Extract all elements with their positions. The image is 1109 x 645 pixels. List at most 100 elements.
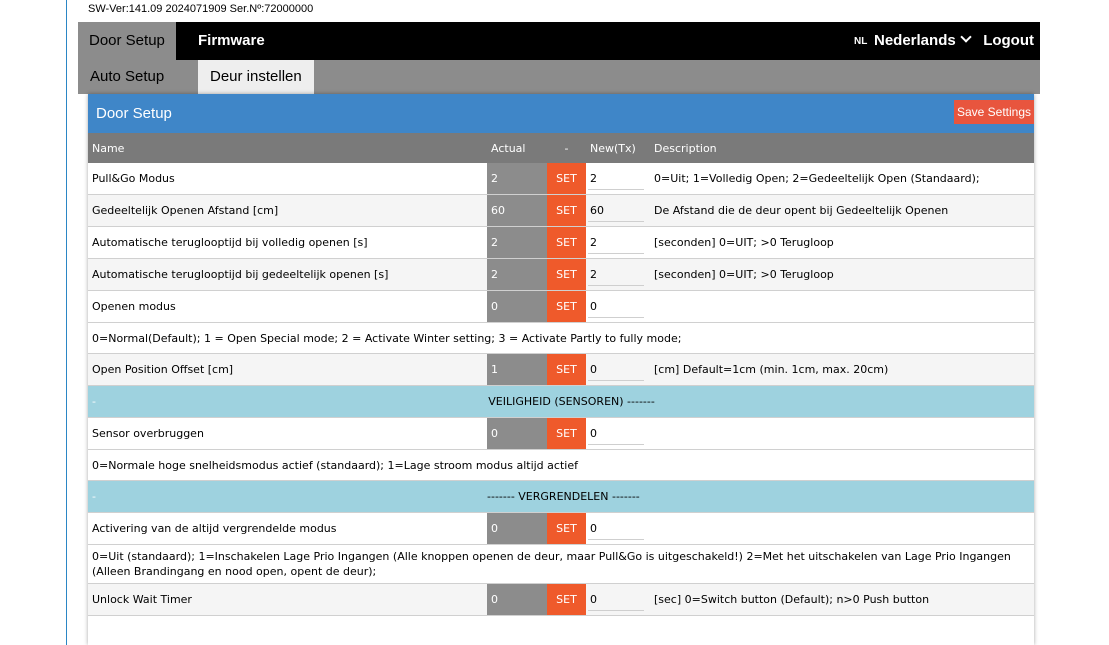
header-name: Name: [88, 133, 487, 163]
section-row: - ------- VEILIGHEID (SENSOREN) -------: [88, 385, 1034, 418]
note-row: 0=Uit (standaard); 1=Inschakelen Lage Pr…: [88, 544, 1034, 584]
setting-name: Activering van de altijd vergrendelde mo…: [88, 512, 487, 545]
set-button[interactable]: SET: [547, 583, 586, 616]
set-button[interactable]: SET: [547, 290, 586, 323]
language-select[interactable]: Nederlands: [874, 22, 972, 60]
set-button[interactable]: SET: [547, 194, 586, 227]
new-value-cell: [586, 512, 650, 545]
setting-name: Gedeeltelijk Openen Afstand [cm]: [88, 194, 487, 227]
set-button[interactable]: SET: [547, 512, 586, 545]
new-value-cell: [586, 583, 650, 616]
header-new: New(Tx): [586, 133, 650, 163]
setting-note: 0=Uit (standaard); 1=Inschakelen Lage Pr…: [88, 544, 1034, 584]
set-button[interactable]: SET: [547, 258, 586, 291]
set-button[interactable]: SET: [547, 417, 586, 450]
setting-description: 0=Uit; 1=Volledig Open; 2=Gedeeltelijk O…: [650, 163, 1034, 195]
settings-table: Name Actual - New(Tx) Description Pull&G…: [88, 133, 1034, 616]
setting-name: Sensor overbruggen: [88, 417, 487, 450]
tab-auto-setup[interactable]: Auto Setup: [78, 60, 176, 94]
note-row: 0=Normale hoge snelheidsmodus actief (st…: [88, 449, 1034, 481]
actual-value: 1: [487, 353, 547, 386]
table-row: Openen modus 0 SET: [88, 290, 1034, 323]
language-label: Nederlands: [874, 32, 956, 49]
software-version: SW-Ver:141.09 2024071909 Ser.Nº:72000000: [88, 3, 314, 15]
header-description: Description: [650, 133, 1034, 163]
header-actual: Actual: [487, 133, 547, 163]
section-row: - ------- VERGRENDELEN -------: [88, 480, 1034, 513]
new-value-input[interactable]: [588, 517, 644, 540]
table-row: Sensor overbruggen 0 SET: [88, 417, 1034, 450]
setting-name: Automatische teruglooptijd bij volledig …: [88, 226, 487, 259]
new-value-cell: [586, 226, 650, 259]
new-value-cell: [586, 353, 650, 386]
new-value-cell: [586, 258, 650, 291]
new-value-cell: [586, 163, 650, 195]
new-value-input[interactable]: [588, 263, 644, 286]
setting-name: Openen modus: [88, 290, 487, 323]
setting-description: [seconden] 0=UIT; >0 Terugloop: [650, 226, 1034, 259]
door-setup-panel: Door Setup Save Settings Name Actual - N…: [88, 94, 1034, 645]
setting-note: 0=Normal(Default); 1 = Open Special mode…: [88, 322, 1034, 354]
table-row: Open Position Offset [cm] 1 SET [cm] Def…: [88, 353, 1034, 386]
new-value-cell: [586, 417, 650, 450]
setting-description: [cm] Default=1cm (min. 1cm, max. 20cm): [650, 353, 1034, 386]
setting-name: Open Position Offset [cm]: [88, 353, 487, 386]
table-row: Activering van de altijd vergrendelde mo…: [88, 512, 1034, 545]
chevron-down-icon: [960, 31, 972, 43]
logout-button[interactable]: Logout: [983, 22, 1034, 60]
set-button[interactable]: SET: [547, 353, 586, 386]
table-row: Gedeeltelijk Openen Afstand [cm] 60 SET …: [88, 194, 1034, 227]
new-value-input[interactable]: [588, 422, 644, 445]
section-title-text: ------- VERGRENDELEN -------: [487, 490, 640, 503]
table-row: Pull&Go Modus 2 SET 0=Uit; 1=Volledig Op…: [88, 163, 1034, 195]
setting-description: [650, 290, 1034, 323]
actual-value: 2: [487, 258, 547, 291]
setting-description: [sec] 0=Switch button (Default); n>0 Pus…: [650, 583, 1034, 616]
actual-value: 60: [487, 194, 547, 227]
tab-deur-instellen[interactable]: Deur instellen: [198, 60, 314, 94]
save-settings-button[interactable]: Save Settings: [953, 100, 1034, 124]
section-title-text: ------- VEILIGHEID (SENSOREN) -------: [487, 395, 655, 408]
table-row: Automatische teruglooptijd bij gedeeltel…: [88, 258, 1034, 291]
actual-value: 0: [487, 417, 547, 450]
setting-description: [650, 512, 1034, 545]
language-code: NL: [854, 36, 868, 47]
tab-firmware[interactable]: Firmware: [187, 22, 276, 60]
setting-description: De Afstand die de deur opent bij Gedeelt…: [650, 194, 1034, 227]
new-value-input[interactable]: [588, 167, 644, 190]
actual-value: 0: [487, 512, 547, 545]
setting-name: Unlock Wait Timer: [88, 583, 487, 616]
setting-name: Pull&Go Modus: [88, 163, 487, 195]
setting-name: Automatische teruglooptijd bij gedeeltel…: [88, 258, 487, 291]
panel-title: Door Setup: [96, 105, 172, 122]
actual-value: 0: [487, 583, 547, 616]
tab-door-setup[interactable]: Door Setup: [78, 22, 176, 60]
header-dash: -: [547, 133, 586, 163]
setting-note: 0=Normale hoge snelheidsmodus actief (st…: [88, 449, 1034, 481]
section-dash: -: [88, 385, 487, 418]
new-value-input[interactable]: [588, 358, 644, 381]
actual-value: 0: [487, 290, 547, 323]
panel-header: Door Setup Save Settings: [88, 94, 1034, 133]
setting-description: [650, 417, 1034, 450]
new-value-cell: [586, 290, 650, 323]
table-row: Automatische teruglooptijd bij volledig …: [88, 226, 1034, 259]
new-value-input[interactable]: [588, 199, 644, 222]
new-value-input[interactable]: [588, 588, 644, 611]
note-row: 0=Normal(Default); 1 = Open Special mode…: [88, 322, 1034, 354]
section-dash: -: [88, 480, 487, 513]
section-title: ------- VERGRENDELEN -------: [487, 480, 1034, 513]
new-value-cell: [586, 194, 650, 227]
setting-description: [seconden] 0=UIT; >0 Terugloop: [650, 258, 1034, 291]
table-row: Unlock Wait Timer 0 SET [sec] 0=Switch b…: [88, 583, 1034, 616]
set-button[interactable]: SET: [547, 226, 586, 259]
actual-value: 2: [487, 163, 547, 195]
new-value-input[interactable]: [588, 295, 644, 318]
top-navbar: Door Setup Firmware NL Nederlands Logout: [78, 22, 1040, 60]
set-button[interactable]: SET: [547, 163, 586, 195]
section-title: ------- VEILIGHEID (SENSOREN) -------: [487, 385, 1034, 418]
actual-value: 2: [487, 226, 547, 259]
sub-navbar: Auto Setup Deur instellen: [78, 60, 1040, 94]
table-header-row: Name Actual - New(Tx) Description: [88, 133, 1034, 163]
new-value-input[interactable]: [588, 231, 644, 254]
